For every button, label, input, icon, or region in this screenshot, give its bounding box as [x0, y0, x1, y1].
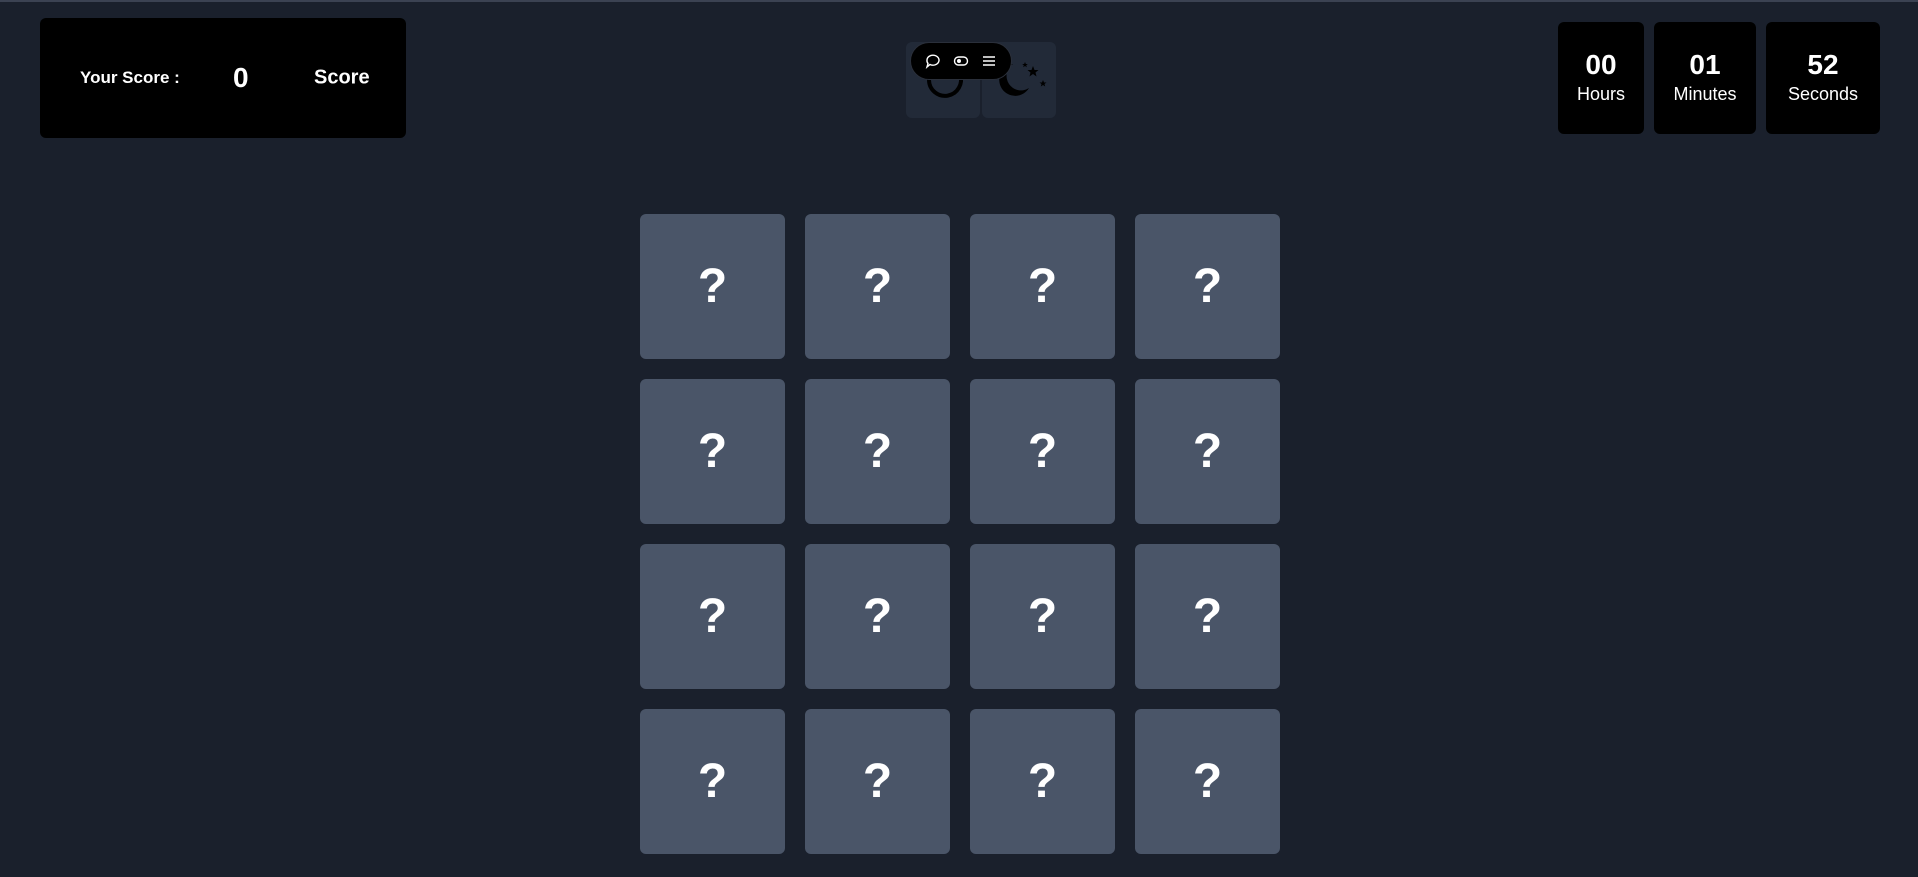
- memory-card[interactable]: ?: [805, 709, 950, 854]
- timer-hours-value: 00: [1585, 49, 1617, 80]
- memory-card[interactable]: ?: [640, 214, 785, 359]
- memory-card[interactable]: ?: [640, 379, 785, 524]
- memory-card[interactable]: ?: [805, 379, 950, 524]
- memory-card[interactable]: ?: [970, 214, 1115, 359]
- timer-minutes: 01 Minutes: [1654, 22, 1756, 134]
- memory-card[interactable]: ?: [1135, 214, 1280, 359]
- score-unit: Score: [314, 66, 370, 89]
- memory-card[interactable]: ?: [805, 214, 950, 359]
- floating-toolbar: [910, 42, 1012, 80]
- timer-seconds-label: Seconds: [1787, 84, 1859, 104]
- memory-card[interactable]: ?: [1135, 379, 1280, 524]
- card-grid: ? ? ? ? ? ? ? ? ? ? ? ? ? ? ? ?: [640, 214, 1280, 854]
- toggle-icon[interactable]: [950, 50, 972, 72]
- menu-icon[interactable]: [978, 50, 1000, 72]
- chat-icon[interactable]: [922, 50, 944, 72]
- memory-card[interactable]: ?: [970, 379, 1115, 524]
- score-panel: Your Score : 0 Score: [40, 18, 406, 138]
- memory-card[interactable]: ?: [1135, 544, 1280, 689]
- game-page: Your Score : 0 Score 00 Hours 01 Minutes…: [0, 0, 1918, 877]
- timer-seconds-value: 52: [1807, 49, 1839, 80]
- timer-minutes-value: 01: [1689, 49, 1721, 80]
- score-value: 0: [233, 62, 249, 93]
- score-label: Your Score :: [80, 68, 180, 87]
- timer-minutes-label: Minutes: [1673, 84, 1737, 104]
- timer-hours-label: Hours: [1576, 84, 1625, 104]
- memory-card[interactable]: ?: [970, 709, 1115, 854]
- memory-card[interactable]: ?: [1135, 709, 1280, 854]
- memory-card[interactable]: ?: [640, 544, 785, 689]
- memory-card[interactable]: ?: [970, 544, 1115, 689]
- timer-seconds: 52 Seconds: [1766, 22, 1880, 134]
- memory-card[interactable]: ?: [640, 709, 785, 854]
- timer-hours: 00 Hours: [1558, 22, 1644, 134]
- memory-card[interactable]: ?: [805, 544, 950, 689]
